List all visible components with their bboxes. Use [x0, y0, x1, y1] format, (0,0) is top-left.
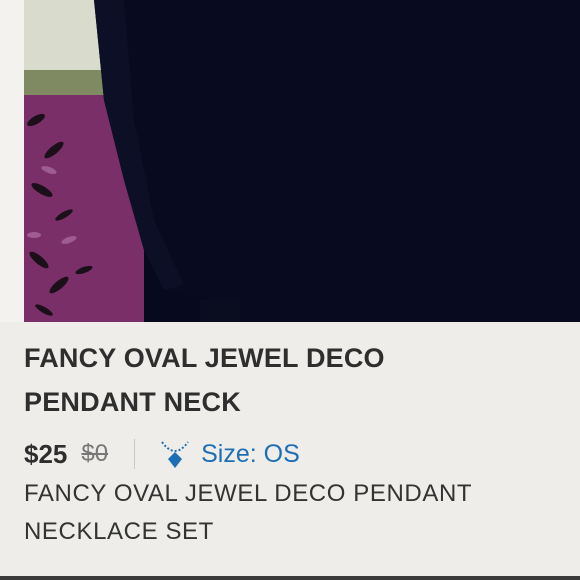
description-line-2: NECKLACE SET: [24, 518, 214, 545]
listing-title[interactable]: FANCY OVAL JEWEL DECO PENDANT NECK: [24, 336, 564, 424]
original-price: $0: [81, 440, 109, 467]
price-size-row: $25 $0 Size: OS: [24, 436, 300, 472]
size-label[interactable]: Size: OS: [201, 440, 300, 469]
listing-photo[interactable]: [24, 0, 580, 322]
description-line-1: FANCY OVAL JEWEL DECO PENDANT: [24, 480, 473, 507]
listing-description: FANCY OVAL JEWEL DECO PENDANT NECKLACE S…: [24, 475, 564, 551]
listing-photo-image: [24, 0, 580, 322]
divider: [134, 439, 136, 469]
card-left-margin: [0, 0, 24, 322]
bottom-border: [0, 576, 580, 580]
listing-title-line-1: FANCY OVAL JEWEL DECO: [24, 343, 385, 373]
necklace-icon: [159, 438, 191, 470]
listing-title-line-2: PENDANT NECK: [24, 387, 241, 417]
price: $25: [24, 438, 68, 469]
